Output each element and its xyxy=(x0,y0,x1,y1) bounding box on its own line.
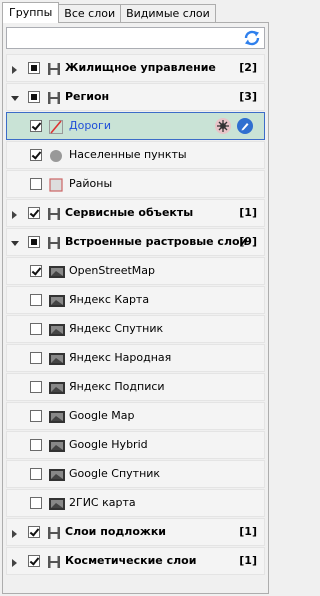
refresh-icon[interactable] xyxy=(243,29,261,47)
raster-layer-icon xyxy=(48,409,66,428)
visibility-checkbox[interactable] xyxy=(28,62,40,74)
layer-row[interactable]: Яндекс Народная xyxy=(6,344,265,372)
row-label: Косметические слои xyxy=(65,554,197,567)
row-label: Дороги xyxy=(69,119,111,132)
row-label: Слои подложки xyxy=(65,525,166,538)
visibility-checkbox[interactable] xyxy=(30,352,42,364)
layer-row[interactable]: OpenStreetMap xyxy=(6,257,265,285)
row-label: Жилищное управление xyxy=(65,61,216,74)
tab-strip: Группы Все слои Видимые слои xyxy=(2,2,216,23)
visibility-checkbox[interactable] xyxy=(28,555,40,567)
group-icon xyxy=(46,206,62,225)
visibility-checkbox[interactable] xyxy=(30,381,42,393)
layer-count: [9] xyxy=(239,235,257,248)
visibility-checkbox[interactable] xyxy=(30,410,42,422)
visibility-checkbox[interactable] xyxy=(30,497,42,509)
visibility-checkbox[interactable] xyxy=(30,439,42,451)
row-label: Google Спутник xyxy=(69,467,161,480)
tab-all-layers[interactable]: Все слои xyxy=(58,4,122,22)
group-row[interactable]: Слои подложки [1] xyxy=(6,518,265,546)
layer-count: [2] xyxy=(239,61,257,74)
row-label: Google Hybrid xyxy=(69,438,148,451)
raster-layer-icon xyxy=(48,467,66,486)
layer-row[interactable]: Google Hybrid xyxy=(6,431,265,459)
layer-count: [1] xyxy=(239,554,257,567)
visibility-checkbox[interactable] xyxy=(30,468,42,480)
row-label: Яндекс Спутник xyxy=(69,322,164,335)
raster-layer-icon xyxy=(48,293,66,312)
group-icon xyxy=(46,90,62,109)
group-row[interactable]: Косметические слои [1] xyxy=(6,547,265,575)
group-icon xyxy=(46,235,62,254)
group-row[interactable]: Сервисные объекты [1] xyxy=(6,199,265,227)
toolbar xyxy=(6,27,265,49)
visibility-checkbox[interactable] xyxy=(30,323,42,335)
point-layer-icon xyxy=(48,148,64,167)
expand-arrow-icon[interactable] xyxy=(11,64,19,74)
tab-visible-layers[interactable]: Видимые слои xyxy=(120,4,216,22)
group-row[interactable]: Регион [3] xyxy=(6,83,265,111)
layer-settings-icon[interactable] xyxy=(215,118,231,134)
layer-row[interactable]: Районы xyxy=(6,170,265,198)
tab-groups[interactable]: Группы xyxy=(2,2,60,23)
visibility-checkbox[interactable] xyxy=(28,236,40,248)
raster-layer-icon xyxy=(48,264,66,283)
row-label: Населенные пункты xyxy=(69,148,187,161)
row-label: Яндекс Подписи xyxy=(69,380,165,393)
group-row[interactable]: Встроенные растровые слои [9] xyxy=(6,228,265,256)
group-row[interactable]: Жилищное управление [2] xyxy=(6,54,265,82)
layer-row[interactable]: Населенные пункты xyxy=(6,141,265,169)
raster-layer-icon xyxy=(48,380,66,399)
raster-layer-icon xyxy=(48,322,66,341)
collapse-arrow-icon[interactable] xyxy=(11,238,19,246)
layer-count: [3] xyxy=(239,90,257,103)
layer-row[interactable]: Яндекс Карта xyxy=(6,286,265,314)
edit-icon[interactable] xyxy=(237,118,253,134)
expand-arrow-icon[interactable] xyxy=(11,528,19,538)
visibility-checkbox[interactable] xyxy=(30,120,42,132)
row-label: Яндекс Народная xyxy=(69,351,172,364)
row-label: Сервисные объекты xyxy=(65,206,194,219)
visibility-checkbox[interactable] xyxy=(28,526,40,538)
layer-count: [1] xyxy=(239,206,257,219)
row-label: Яндекс Карта xyxy=(69,293,150,306)
row-label: Встроенные растровые слои xyxy=(65,235,248,248)
layer-tree: Жилищное управление [2] Регион [3] Дороги Нас… xyxy=(6,54,265,576)
row-label: Google Map xyxy=(69,409,135,422)
group-icon xyxy=(46,554,62,573)
layer-row[interactable]: Google Map xyxy=(6,402,265,430)
visibility-checkbox[interactable] xyxy=(30,149,42,161)
visibility-checkbox[interactable] xyxy=(30,294,42,306)
layer-row[interactable]: Яндекс Подписи xyxy=(6,373,265,401)
raster-layer-icon xyxy=(48,438,66,457)
layers-panel: Жилищное управление [2] Регион [3] Дороги Нас… xyxy=(2,22,269,594)
line-layer-icon xyxy=(48,119,64,138)
row-label: Регион xyxy=(65,90,110,103)
row-label: OpenStreetMap xyxy=(69,264,156,277)
group-icon xyxy=(46,61,62,80)
expand-arrow-icon[interactable] xyxy=(11,557,19,567)
group-icon xyxy=(46,525,62,544)
visibility-checkbox[interactable] xyxy=(30,178,42,190)
layer-count: [1] xyxy=(239,525,257,538)
collapse-arrow-icon[interactable] xyxy=(11,93,19,101)
row-label: Районы xyxy=(69,177,113,190)
raster-layer-icon xyxy=(48,351,66,370)
raster-layer-icon xyxy=(48,496,66,515)
visibility-checkbox[interactable] xyxy=(30,265,42,277)
layer-row[interactable]: Яндекс Спутник xyxy=(6,315,265,343)
layer-row[interactable]: 2ГИС карта xyxy=(6,489,265,517)
visibility-checkbox[interactable] xyxy=(28,91,40,103)
expand-arrow-icon[interactable] xyxy=(11,209,19,219)
layer-row[interactable]: Дороги xyxy=(6,112,265,140)
polygon-layer-icon xyxy=(48,177,64,196)
layer-row[interactable]: Google Спутник xyxy=(6,460,265,488)
visibility-checkbox[interactable] xyxy=(28,207,40,219)
row-label: 2ГИС карта xyxy=(69,496,136,509)
